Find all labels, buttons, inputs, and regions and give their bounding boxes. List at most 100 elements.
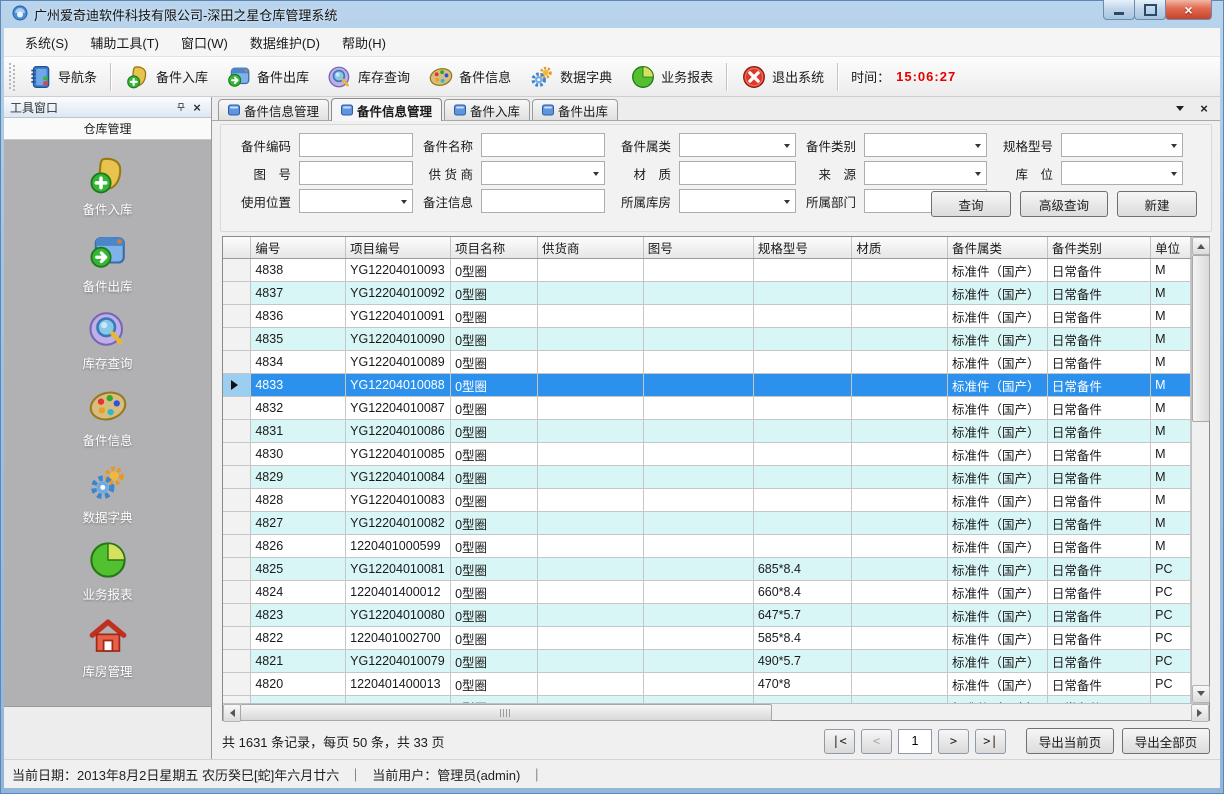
cell-spec[interactable]: 490*5.7: [753, 650, 851, 673]
row-selector-cell[interactable]: [223, 604, 251, 627]
cell-unit[interactable]: M: [1151, 535, 1191, 558]
cell-unit[interactable]: PC: [1151, 627, 1191, 650]
pin-button[interactable]: [173, 100, 189, 115]
grid-header-4[interactable]: 供货商: [538, 237, 644, 259]
cell-spec[interactable]: [753, 374, 851, 397]
row-selector-cell[interactable]: [223, 650, 251, 673]
cell-spec[interactable]: [753, 696, 851, 704]
row-selector-cell[interactable]: [223, 420, 251, 443]
cell-id[interactable]: 4826: [251, 535, 346, 558]
cell-cat[interactable]: 日常备件: [1047, 328, 1150, 351]
cell-spec[interactable]: [753, 535, 851, 558]
toolbar-item-parts-info[interactable]: 备件信息: [419, 60, 520, 94]
grid-header-3[interactable]: 项目名称: [451, 237, 538, 259]
close-button[interactable]: ×: [1165, 0, 1212, 20]
cell-material[interactable]: [852, 512, 948, 535]
cell-unit[interactable]: [1151, 696, 1191, 704]
menu-item-data-maintenance[interactable]: 数据维护(D): [239, 29, 331, 56]
cell-supplier[interactable]: [538, 466, 644, 489]
cell-material[interactable]: [852, 604, 948, 627]
table-row[interactable]: 4829YG122040100840型圈标准件（国产）日常备件M: [223, 466, 1191, 489]
menu-item-aux-tools[interactable]: 辅助工具(T): [79, 29, 170, 56]
cell-drawing[interactable]: [643, 351, 753, 374]
warehouse-select[interactable]: [679, 189, 796, 213]
drawing-no-input[interactable]: [299, 161, 413, 185]
cell-drawing[interactable]: [643, 397, 753, 420]
cell-attr[interactable]: 标准件（国产）: [947, 650, 1047, 673]
table-row[interactable]: 4837YG122040100920型圈标准件（国产）日常备件M: [223, 282, 1191, 305]
cell-name[interactable]: 0型圈: [451, 627, 538, 650]
cell-material[interactable]: [852, 443, 948, 466]
cell-name[interactable]: 0型圈: [451, 604, 538, 627]
cell-spec[interactable]: 470*8: [753, 673, 851, 696]
cell-name[interactable]: 0型圈: [451, 466, 538, 489]
table-row[interactable]: 482012204014000130型圈470*8标准件（国产）日常备件PC: [223, 673, 1191, 696]
spec-model-select[interactable]: [1061, 133, 1183, 157]
cell-id[interactable]: 4823: [251, 604, 346, 627]
remark-input[interactable]: [481, 189, 605, 213]
cell-unit[interactable]: M: [1151, 282, 1191, 305]
cell-attr[interactable]: 标准件（国产）: [947, 489, 1047, 512]
cell-attr[interactable]: 标准件（国产）: [947, 466, 1047, 489]
cell-drawing[interactable]: [643, 535, 753, 558]
row-selector-cell[interactable]: [223, 696, 251, 704]
first-page-button[interactable]: |<: [824, 729, 855, 754]
cell-material[interactable]: [852, 696, 948, 704]
cell-drawing[interactable]: [643, 328, 753, 351]
sidebar-item-parts-outbound[interactable]: 备件出库: [48, 231, 168, 295]
cell-id[interactable]: 4833: [251, 374, 346, 397]
toolbar-item-data-dict[interactable]: 数据字典: [520, 60, 621, 94]
table-row[interactable]: 4838YG122040100930型圈标准件（国产）日常备件M: [223, 259, 1191, 282]
table-row[interactable]: 4827YG122040100820型圈标准件（国产）日常备件M: [223, 512, 1191, 535]
table-row[interactable]: 4833YG122040100880型圈标准件（国产）日常备件M: [223, 374, 1191, 397]
cell-id[interactable]: 4829: [251, 466, 346, 489]
vertical-scroll-thumb[interactable]: [1192, 255, 1210, 422]
row-selector-cell[interactable]: [223, 443, 251, 466]
grid-header-10[interactable]: 单位: [1151, 237, 1191, 259]
cell-id[interactable]: 4827: [251, 512, 346, 535]
cell-attr[interactable]: 标准件（国产）: [947, 604, 1047, 627]
cell-supplier[interactable]: [538, 696, 644, 704]
cell-attr[interactable]: 标准件（国产）: [947, 374, 1047, 397]
table-row[interactable]: 482412204014000120型圈660*8.4标准件（国产）日常备件PC: [223, 581, 1191, 604]
tab-close-button[interactable]: ×: [1196, 100, 1212, 116]
cell-material[interactable]: [852, 650, 948, 673]
cell-drawing[interactable]: [643, 627, 753, 650]
cell-drawing[interactable]: [643, 650, 753, 673]
cell-unit[interactable]: M: [1151, 305, 1191, 328]
cell-unit[interactable]: PC: [1151, 673, 1191, 696]
cell-attr[interactable]: 标准件（国产）: [947, 328, 1047, 351]
cell-name[interactable]: 0型圈: [451, 535, 538, 558]
cell-drawing[interactable]: [643, 443, 753, 466]
cell-id[interactable]: 4832: [251, 397, 346, 420]
scroll-right-button[interactable]: [1191, 704, 1209, 722]
cell-unit[interactable]: M: [1151, 466, 1191, 489]
row-selector-cell[interactable]: [223, 374, 251, 397]
cell-attr[interactable]: 标准件（国产）: [947, 581, 1047, 604]
material-input[interactable]: [679, 161, 796, 185]
toolbar-item-parts-inbound[interactable]: 备件入库: [116, 60, 217, 94]
cell-supplier[interactable]: [538, 305, 644, 328]
cell-pno[interactable]: YG12204010087: [346, 397, 451, 420]
cell-material[interactable]: [852, 535, 948, 558]
cell-cat[interactable]: 日常备件: [1047, 420, 1150, 443]
cell-name[interactable]: 0型圈: [451, 420, 538, 443]
cell-cat[interactable]: 日常备件: [1047, 558, 1150, 581]
grid-header-2[interactable]: 项目编号: [346, 237, 451, 259]
row-selector-cell[interactable]: [223, 535, 251, 558]
cell-attr[interactable]: 标准件（国产）: [947, 305, 1047, 328]
cell-pno[interactable]: 1220401400012: [346, 581, 451, 604]
cell-material[interactable]: [852, 558, 948, 581]
cell-spec[interactable]: 585*8.4: [753, 627, 851, 650]
cell-cat[interactable]: 日常备件: [1047, 627, 1150, 650]
cell-pno[interactable]: YG12204010093: [346, 259, 451, 282]
cell-spec[interactable]: [753, 351, 851, 374]
minimize-button[interactable]: [1103, 0, 1135, 20]
cell-cat[interactable]: 日常备件: [1047, 696, 1150, 704]
sidebar-item-parts-inbound[interactable]: 备件入库: [48, 154, 168, 218]
cell-supplier[interactable]: [538, 650, 644, 673]
cell-attr[interactable]: 标准件（国产）: [947, 282, 1047, 305]
table-row[interactable]: 4834YG122040100890型圈标准件（国产）日常备件M: [223, 351, 1191, 374]
toolbar-item-stock-query[interactable]: 库存查询: [318, 60, 419, 94]
cell-material[interactable]: [852, 489, 948, 512]
